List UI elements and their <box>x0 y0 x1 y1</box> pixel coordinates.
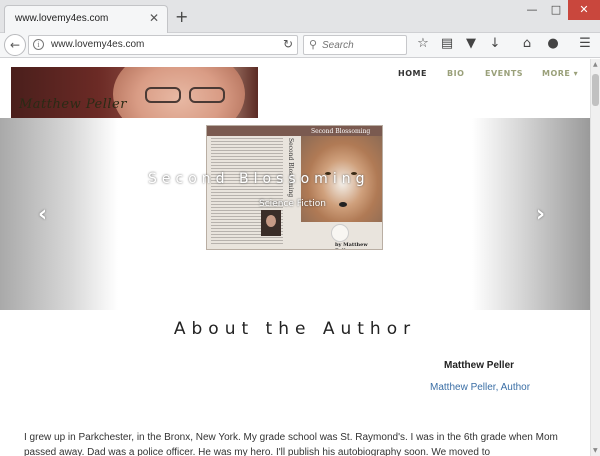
site-logo[interactable]: Matthew Peller <box>11 67 258 118</box>
chat-icon[interactable]: ● <box>544 36 562 51</box>
author-name: Matthew Peller <box>444 360 515 371</box>
search-icon: ⚲ <box>309 38 318 51</box>
reading-list-icon[interactable]: ▤ <box>438 36 456 51</box>
book-cover-title: Second Blossoming <box>311 128 371 135</box>
tab-bar: www.lovemy4es.com ✕ + — □ ✕ <box>0 0 600 34</box>
browser-tab[interactable]: www.lovemy4es.com ✕ <box>4 5 168 34</box>
maximize-button[interactable]: □ <box>544 0 568 20</box>
rose-image <box>331 224 349 242</box>
book-cover-author: by Matthew Peller <box>335 242 368 249</box>
menu-icon[interactable]: ☰ <box>576 36 594 51</box>
back-button[interactable]: ← <box>4 34 26 56</box>
site-info-icon[interactable]: i <box>33 39 44 50</box>
pocket-icon[interactable]: ▼ <box>462 36 480 51</box>
author-thumbnail <box>261 210 281 236</box>
scrollbar-thumb[interactable] <box>592 74 599 106</box>
new-tab-button[interactable]: + <box>175 7 188 26</box>
book-cover[interactable]: Second Blossoming Second Blossoming by M… <box>206 125 383 250</box>
slide-caption-title: Second Blossoming <box>148 171 370 187</box>
downloads-icon[interactable]: ↓ <box>486 36 504 51</box>
about-heading: About the Author <box>173 319 417 339</box>
slider-prev-icon[interactable]: ‹ <box>38 202 47 227</box>
close-window-button[interactable]: ✕ <box>568 0 600 20</box>
navigation-toolbar: ← i www.lovemy4es.com ↻ ⚲ ☆ ▤ ▼ ↓ ⌂ ● ☰ <box>0 33 600 58</box>
search-box[interactable]: ⚲ <box>303 35 407 55</box>
scroll-down-icon[interactable]: ▼ <box>593 447 598 454</box>
nav-events[interactable]: EVENTS <box>485 69 523 78</box>
web-page: Matthew Peller HOME BIO EVENTS MORE ▾ ‹ … <box>0 59 590 456</box>
slide-caption-subtitle: Science Fiction <box>259 199 326 209</box>
bookmark-star-icon[interactable]: ☆ <box>414 36 432 51</box>
nav-home[interactable]: HOME <box>398 69 427 78</box>
author-bio: I grew up in Parkchester, in the Bronx, … <box>24 432 558 456</box>
minimize-button[interactable]: — <box>520 0 544 20</box>
reload-icon[interactable]: ↻ <box>283 37 293 51</box>
page-scrollbar[interactable]: ▲ ▼ <box>590 59 600 456</box>
search-input[interactable] <box>322 38 404 52</box>
book-spine-title: Second Blossoming <box>287 138 294 198</box>
nav-more[interactable]: MORE ▾ <box>542 69 578 78</box>
author-link[interactable]: Matthew Peller, Author <box>430 382 530 393</box>
address-bar[interactable]: i www.lovemy4es.com ↻ <box>28 35 298 55</box>
close-tab-icon[interactable]: ✕ <box>149 11 159 25</box>
nav-bio[interactable]: BIO <box>447 69 464 78</box>
glasses-graphic <box>145 87 235 105</box>
slider-next-icon[interactable]: › <box>536 202 545 227</box>
home-icon[interactable]: ⌂ <box>518 36 536 51</box>
tab-title: www.lovemy4es.com <box>15 13 109 24</box>
back-arrow-icon: ← <box>9 38 21 52</box>
url-text: www.lovemy4es.com <box>51 39 145 50</box>
scroll-up-icon[interactable]: ▲ <box>593 61 598 68</box>
logo-name: Matthew Peller <box>19 97 127 112</box>
